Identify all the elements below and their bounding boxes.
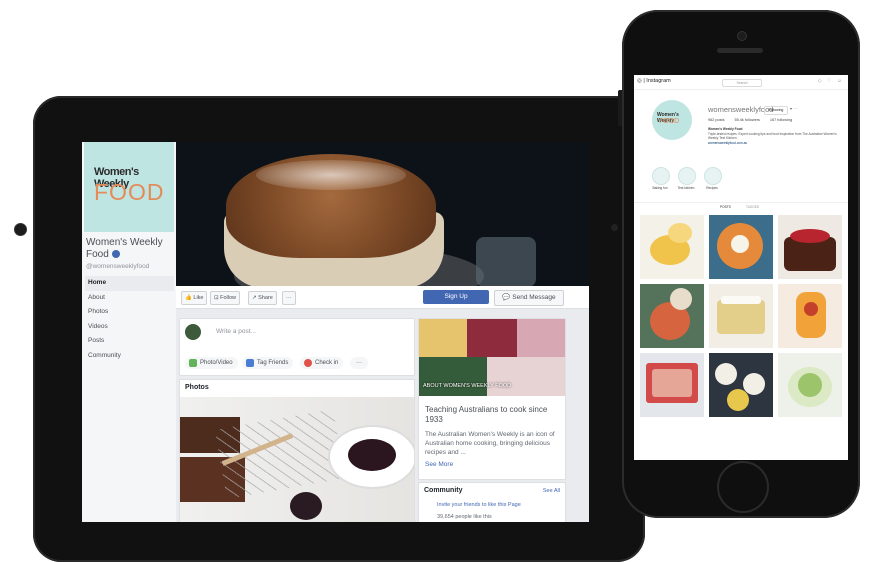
about-card: ABOUT WOMEN'S WEEKLY FOOD Teaching Austr…: [418, 318, 566, 480]
photo-icon: [189, 359, 197, 367]
about-title: Teaching Australians to cook since 1933: [425, 405, 548, 424]
location-pin-icon: [304, 359, 312, 367]
profile-stats: 962 posts 55.4k followers 167 following: [708, 118, 801, 122]
logo-line-2: FOOD: [94, 179, 165, 205]
nav-item-videos[interactable]: Videos: [85, 320, 174, 335]
see-all-link[interactable]: See All: [543, 488, 560, 494]
icing-sugar: [256, 160, 406, 190]
post-thumbnail[interactable]: [709, 284, 773, 348]
photo-thumbnail[interactable]: [180, 397, 414, 522]
avatar-line-2: FOOD: [659, 118, 680, 125]
more-actions-button[interactable]: ···: [282, 291, 296, 305]
post-thumbnail[interactable]: [640, 284, 704, 348]
glass-dish: [476, 237, 536, 286]
profile-bio: Women's Weekly Food Triple-tested recipe…: [708, 127, 840, 145]
nav-icons[interactable]: ◇ ♡ ☺: [818, 78, 844, 84]
highlight-test-kitchen[interactable]: [678, 167, 696, 185]
post-thumbnail[interactable]: [709, 353, 773, 417]
tab-tagged[interactable]: TAGGED: [746, 205, 759, 209]
post-thumbnail[interactable]: [778, 215, 842, 279]
cover-photo[interactable]: [176, 142, 589, 286]
community-card: Community See All Invite your friends to…: [418, 482, 566, 522]
profile-tabs: POSTS TAGGED: [634, 202, 848, 211]
photo-video-button[interactable]: Photo/Video: [185, 357, 238, 369]
page-nav: Home About Photos Videos Posts Community: [85, 276, 174, 363]
share-button[interactable]: ↗ Share: [248, 291, 277, 305]
page-profile-picture[interactable]: Women's Weekly FOOD: [84, 142, 174, 232]
following-button[interactable]: Following: [764, 106, 788, 115]
more-options-button[interactable]: ···: [350, 357, 368, 369]
instagram-profile-screen: ◎ | Instagram Search ◇ ♡ ☺ Women's Weekl…: [634, 75, 848, 460]
instagram-top-bar: ◎ | Instagram Search ◇ ♡ ☺: [634, 75, 848, 90]
verified-badge-icon: [111, 250, 120, 259]
bio-text: Triple-tested recipes. Expert cooking ti…: [708, 131, 837, 141]
plum-bowl: [330, 427, 414, 487]
phone-front-camera: [737, 31, 747, 41]
facebook-page-screen: Women's Weekly FOOD Women's Weekly Food …: [82, 142, 589, 522]
photos-section: Photos: [179, 379, 415, 522]
settings-dots-icon[interactable]: ▾ ···: [790, 106, 797, 111]
tablet-camera: [14, 223, 27, 236]
phone-side-button: [618, 90, 622, 126]
post-thumbnail[interactable]: [709, 215, 773, 279]
tablet-sensor: [611, 224, 618, 231]
following-count[interactable]: 167 following: [770, 118, 792, 122]
nav-item-posts[interactable]: Posts: [85, 334, 174, 349]
instagram-logo[interactable]: ◎ | Instagram: [637, 78, 671, 84]
community-header: Community: [424, 487, 463, 494]
tab-posts[interactable]: POSTS: [720, 205, 731, 209]
send-message-button[interactable]: 💬 Send Message: [494, 290, 564, 306]
post-input[interactable]: Write a post...: [216, 328, 256, 335]
check-in-button[interactable]: Check in: [300, 357, 344, 369]
highlight-label: Test kitchen: [677, 186, 695, 190]
nav-item-photos[interactable]: Photos: [85, 305, 174, 320]
post-thumbnail[interactable]: [778, 353, 842, 417]
tag-icon: [246, 359, 254, 367]
sign-up-button[interactable]: Sign Up: [423, 290, 489, 304]
posts-count: 962 posts: [708, 118, 725, 122]
post-thumbnail[interactable]: [640, 353, 704, 417]
facebook-left-column: Women's Weekly FOOD Women's Weekly Food …: [82, 142, 176, 522]
see-more-link[interactable]: See More: [425, 461, 453, 468]
search-input[interactable]: Search: [722, 79, 762, 87]
bio-link[interactable]: womensweeklyfood.com.au: [708, 141, 840, 146]
highlight-baking-fun[interactable]: [652, 167, 670, 185]
post-thumbnail[interactable]: [640, 215, 704, 279]
highlight-recipes[interactable]: [704, 167, 722, 185]
nav-item-community[interactable]: Community: [85, 349, 174, 364]
about-description: The Australian Women's Weekly is an icon…: [425, 431, 555, 456]
nav-item-about[interactable]: About: [85, 291, 174, 306]
instagram-avatar[interactable]: Women's Weekly FOOD: [652, 100, 692, 140]
invite-friends-link[interactable]: Invite your friends to like this Page: [437, 502, 521, 508]
phone-speaker: [717, 48, 763, 53]
follow-button[interactable]: ⊡ Follow: [210, 291, 241, 305]
page-handle: @womensweeklyfood: [86, 263, 150, 270]
photos-header[interactable]: Photos: [185, 384, 209, 391]
phone-home-button[interactable]: [717, 461, 769, 513]
plum: [290, 492, 322, 520]
about-image-caption: ABOUT WOMEN'S WEEKLY FOOD: [423, 383, 512, 389]
highlight-label: Baking fun: [652, 186, 668, 190]
about-image[interactable]: ABOUT WOMEN'S WEEKLY FOOD: [419, 319, 565, 396]
post-composer: Write a post... Photo/Video Tag Friends …: [179, 318, 415, 376]
page-action-bar: 👍 Like ⊡ Follow ↗ Share ··· Sign Up 💬 Se…: [176, 286, 589, 309]
page-name[interactable]: Women's Weekly Food: [86, 237, 174, 261]
likes-count: 39,654 people like this: [437, 514, 492, 520]
tag-friends-button[interactable]: Tag Friends: [242, 357, 294, 369]
highlight-label: Recipes: [706, 186, 718, 190]
nav-item-home[interactable]: Home: [85, 276, 174, 291]
post-thumbnail[interactable]: [778, 284, 842, 348]
like-button[interactable]: 👍 Like: [181, 291, 208, 305]
avatar: [185, 324, 201, 340]
followers-count[interactable]: 55.4k followers: [735, 118, 760, 122]
